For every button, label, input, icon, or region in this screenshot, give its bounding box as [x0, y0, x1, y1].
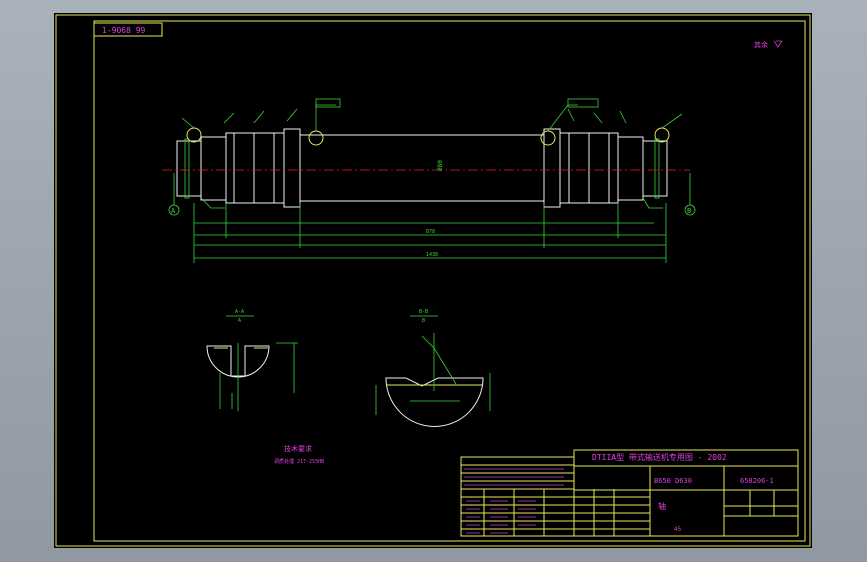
section-b-view: B-B B [375, 309, 491, 427]
title-block: DTIIA型 带式输送机专用图 - 2002 B650 D630 658206-… [573, 449, 799, 537]
section-a-title: A-A [235, 309, 244, 315]
notes-heading: 技术要求 [284, 444, 312, 453]
drawing-number: 1-9068 99 [102, 26, 146, 35]
dim-total-length: 1438 [426, 252, 438, 258]
section-a-sub: A [238, 318, 241, 324]
spec-text: B650 D630 [654, 477, 692, 485]
roughness-note: 其余 [754, 40, 768, 49]
drawing-canvas: 1-9068 99 其余 Ø80 A B 878 1438 A-A A B-B … [55, 14, 811, 547]
dim-middle-length: 878 [426, 229, 435, 235]
code-text: 658206-1 [740, 477, 774, 485]
title-text: DTIIA型 带式输送机专用图 - 2002 [592, 452, 727, 462]
shaft-main-view: Ø80 A B 878 1438 [162, 98, 696, 263]
section-b-sub: B [422, 318, 425, 324]
section-b-title: B-B [419, 309, 428, 315]
inner-frame [93, 20, 806, 542]
section-a-view: A-A A [206, 309, 298, 411]
notes-line1: 调质处理 217-255HB [274, 458, 324, 465]
center-dia-label: Ø80 [437, 160, 444, 171]
roughness-symbol-icon [773, 40, 783, 48]
marker-a: A [171, 207, 176, 215]
cad-viewport[interactable]: 1-9068 99 其余 Ø80 A B 878 1438 A-A A B-B … [54, 13, 812, 548]
material-hint: 45 [674, 526, 682, 533]
part-name-text: 轴 [658, 501, 666, 511]
parameter-table [460, 456, 650, 537]
marker-b: B [687, 207, 691, 215]
